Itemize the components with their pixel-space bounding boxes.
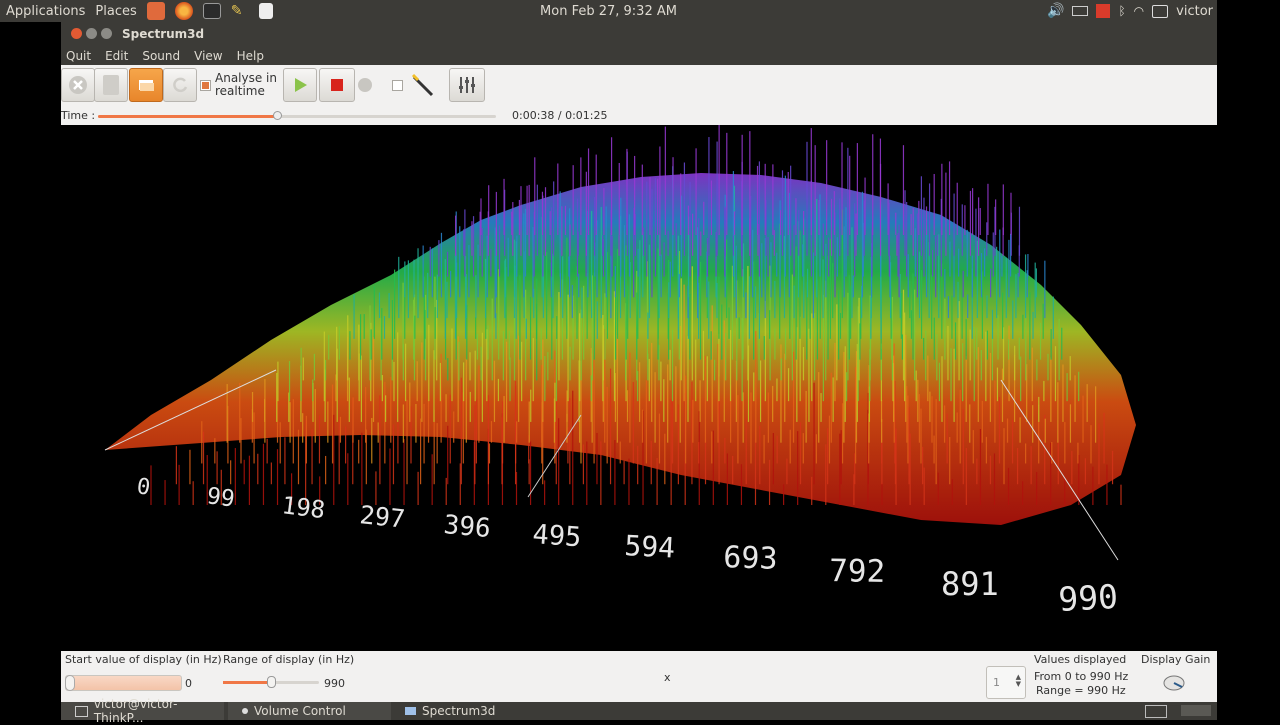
spectrum-3d-view[interactable]: 0 99 198 297 396 495 594 693 792 891 990 — [61, 125, 1217, 651]
values-displayed-spinner[interactable]: 1 ▲ ▼ — [986, 666, 1026, 699]
minimize-window-button[interactable] — [86, 28, 97, 39]
values-range-text: Range = 990 Hz — [1036, 684, 1126, 697]
option-checkbox[interactable] — [392, 80, 403, 91]
tool-icon[interactable]: ✎ — [231, 2, 249, 20]
analyse-realtime-label: Analyse in realtime — [215, 71, 277, 98]
record-button[interactable] — [348, 68, 382, 102]
clear-icon — [103, 75, 119, 95]
spectrum-task-icon — [405, 707, 416, 715]
window-title-bar[interactable]: Spectrum3d — [61, 22, 1217, 46]
clear-button[interactable] — [94, 68, 128, 102]
bottom-taskbar: victor@victor-ThinkP... Volume Control S… — [61, 697, 1217, 725]
menu-sound[interactable]: Sound — [142, 49, 180, 63]
spinner-value: 1 — [993, 676, 1000, 689]
freq-label: 198 — [280, 491, 326, 524]
bluetooth-icon[interactable]: ᛒ — [1118, 4, 1125, 18]
reload-button[interactable] — [163, 68, 197, 102]
wifi-icon[interactable]: ◠ — [1134, 4, 1144, 18]
task-spectrum3d[interactable]: Spectrum3d — [391, 702, 554, 720]
time-readout: 0:00:38 / 0:01:25 — [512, 109, 608, 122]
stop-icon — [331, 79, 343, 91]
play-icon — [295, 78, 307, 92]
volume-icon[interactable]: 🔊 — [1047, 3, 1064, 19]
freq-label: 297 — [358, 500, 406, 534]
freq-label: 495 — [532, 519, 583, 553]
time-label: Time : — [61, 109, 96, 122]
show-desktop-icon[interactable] — [1145, 705, 1167, 718]
reload-icon — [173, 77, 188, 93]
display-gain-label: Display Gain — [1141, 653, 1211, 666]
range-slider[interactable] — [223, 676, 319, 688]
start-value-slider-handle[interactable] — [65, 675, 75, 691]
time-row: Time : 0:00:38 / 0:01:25 — [61, 108, 1217, 125]
settings-button[interactable] — [449, 68, 485, 102]
display-controls: Start value of display (in Hz) 0 Range o… — [61, 651, 1217, 702]
values-from-text: From 0 to 990 Hz — [1034, 670, 1129, 683]
user-menu[interactable]: victor — [1176, 4, 1213, 19]
maximize-window-button[interactable] — [101, 28, 112, 39]
firefox-icon[interactable] — [174, 2, 193, 20]
spectrum-canvas: 0 99 198 297 396 495 594 693 792 891 990 — [61, 125, 1217, 651]
open-folder-icon — [139, 80, 154, 91]
microphone-icon — [411, 73, 434, 97]
close-window-button[interactable] — [71, 28, 82, 39]
applications-menu[interactable]: Applications — [6, 4, 85, 19]
toolbar: Analyse in realtime — [61, 65, 1217, 108]
home-folder-icon[interactable] — [146, 2, 165, 20]
terminal-icon[interactable] — [202, 3, 221, 19]
freq-label: 594 — [624, 529, 676, 565]
freq-label: 990 — [1057, 577, 1119, 619]
menu-bar: Quit Edit Sound View Help — [61, 46, 1217, 65]
freq-label: 891 — [941, 565, 999, 603]
start-value-label: Start value of display (in Hz) — [65, 653, 222, 666]
play-button[interactable] — [283, 68, 317, 102]
text-editor-icon[interactable] — [258, 3, 273, 19]
system-top-panel: Applications Places ✎ Mon Feb 27, 9:32 A… — [0, 0, 1217, 22]
display-gain-knob[interactable] — [1162, 672, 1186, 692]
stop-analysis-button[interactable] — [61, 68, 95, 102]
volume-task-icon — [242, 708, 248, 714]
freq-label: 99 — [205, 483, 236, 513]
record-circle-icon — [358, 78, 372, 92]
center-marker: x — [664, 671, 671, 684]
start-value-slider[interactable] — [65, 675, 182, 691]
range-slider-handle[interactable] — [267, 676, 276, 688]
menu-quit[interactable]: Quit — [66, 49, 91, 63]
menu-help[interactable]: Help — [237, 49, 264, 63]
freq-label: 693 — [723, 540, 778, 577]
workspace-switcher-icon[interactable] — [1181, 705, 1211, 716]
range-label: Range of display (in Hz) — [223, 653, 355, 666]
analyse-realtime-checkbox[interactable] — [200, 80, 211, 91]
time-seek-slider[interactable] — [98, 111, 496, 120]
equalizer-icon — [459, 77, 475, 93]
time-slider-handle[interactable] — [273, 111, 283, 120]
window-title: Spectrum3d — [122, 27, 205, 41]
values-displayed-label: Values displayed — [1034, 653, 1127, 666]
messaging-icon[interactable] — [1152, 4, 1169, 18]
terminal-task-icon — [75, 705, 88, 717]
clock[interactable]: Mon Feb 27, 9:32 AM — [540, 4, 677, 19]
range-readout: 990 — [324, 677, 345, 690]
task-volume-control[interactable]: Volume Control — [228, 702, 391, 720]
time-progress-fill — [98, 115, 278, 118]
gain-dial-icon — [1163, 675, 1185, 691]
microphone-button[interactable] — [408, 70, 438, 100]
freq-label: 792 — [829, 553, 886, 590]
close-circle-icon — [69, 76, 87, 94]
open-file-button[interactable] — [129, 68, 163, 102]
record-icon[interactable] — [1096, 4, 1111, 18]
freq-label: 396 — [442, 510, 491, 544]
checkmark-icon — [202, 82, 209, 89]
battery-icon[interactable] — [1072, 6, 1089, 16]
spinner-arrows-icon[interactable]: ▲ ▼ — [1016, 674, 1021, 688]
menu-view[interactable]: View — [194, 49, 222, 63]
start-value-readout: 0 — [185, 677, 192, 690]
menu-edit[interactable]: Edit — [105, 49, 128, 63]
range-slider-fill — [223, 681, 271, 684]
places-menu[interactable]: Places — [95, 4, 136, 19]
task-terminal[interactable]: victor@victor-ThinkP... — [61, 697, 224, 725]
